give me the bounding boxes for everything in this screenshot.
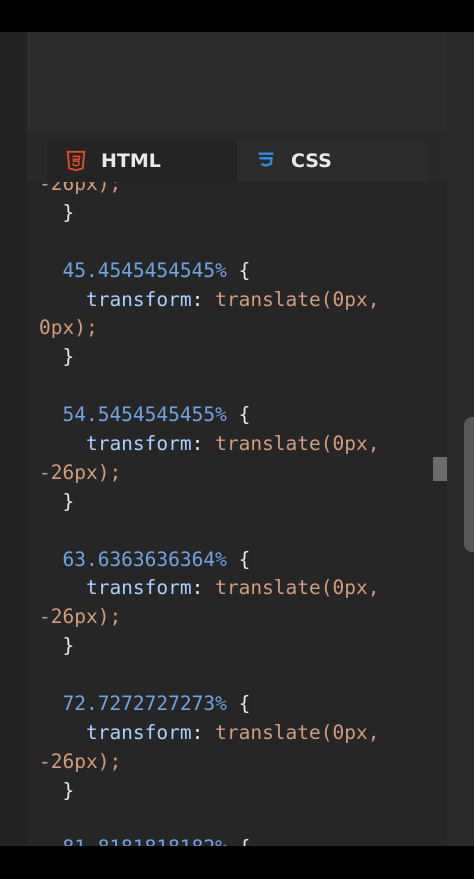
css3-icon <box>258 152 274 167</box>
code-token: transform <box>39 720 192 744</box>
code-line: } <box>39 632 439 661</box>
code-token: } <box>39 200 75 224</box>
code-line: transform: translate(0px, <box>39 286 439 315</box>
code-line: } <box>39 488 439 517</box>
code-token: translate(0px, <box>215 720 380 744</box>
code-line: } <box>39 343 439 372</box>
code-line: 45.4545454545% { <box>39 257 439 286</box>
code-token: translate(0px, <box>215 576 380 600</box>
code-line: -26px); <box>39 459 439 488</box>
code-token: -26px); <box>39 749 122 773</box>
code-token: 81.8181818182% <box>39 836 226 846</box>
code-token: 72.7272727273% <box>39 692 227 716</box>
system-nav-bar <box>0 846 474 879</box>
preview-area <box>27 32 447 132</box>
code-line: 72.7272727273% { <box>39 690 439 719</box>
code-token: -26px); <box>39 182 122 195</box>
code-line: 0px); <box>39 314 439 343</box>
code-content: -26px); } 45.4545454545% { transform: tr… <box>39 182 439 846</box>
tab-css-label: CSS <box>291 150 332 172</box>
code-token: translate(0px, <box>215 432 380 456</box>
code-line: } <box>39 199 439 228</box>
code-line: transform: translate(0px, <box>39 719 439 748</box>
code-token: -26px); <box>39 460 122 484</box>
code-token: : <box>191 287 216 311</box>
code-token: { <box>227 836 251 846</box>
css-code-editor[interactable]: -26px); } 45.4545454545% { transform: tr… <box>27 182 447 846</box>
html5-icon <box>66 150 86 172</box>
code-line: 63.6363636364% { <box>39 546 439 575</box>
code-token: { <box>226 547 251 571</box>
editor-tab-bar: HTML CSS <box>27 132 447 182</box>
code-token: } <box>39 778 75 802</box>
side-drawer-handle[interactable] <box>464 417 474 552</box>
code-token: } <box>39 345 75 369</box>
code-line: 54.5454545455% { <box>39 401 439 430</box>
tab-html-label: HTML <box>101 150 161 172</box>
code-token: transform <box>39 287 192 311</box>
code-token: { <box>226 258 251 282</box>
tab-css[interactable]: CSS <box>237 140 427 182</box>
code-token: 63.6363636364% <box>39 547 227 571</box>
left-panel <box>0 32 27 846</box>
code-token: translate(0px, <box>215 287 380 311</box>
code-token: } <box>39 489 75 513</box>
code-token: { <box>226 403 251 427</box>
code-line: -26px); <box>39 182 439 199</box>
code-token: : <box>191 720 216 744</box>
code-line: transform: translate(0px, <box>39 430 439 459</box>
code-token: : <box>191 576 216 600</box>
editor-scrollbar-thumb[interactable] <box>433 457 447 481</box>
code-token: } <box>39 634 75 658</box>
code-token: { <box>226 692 251 716</box>
code-token: transform <box>39 432 192 456</box>
code-line: } <box>39 777 439 806</box>
code-token: 0px); <box>39 316 98 340</box>
code-token: 45.4545454545% <box>39 258 227 282</box>
tab-html[interactable]: HTML <box>47 140 237 182</box>
app-screen: HTML CSS -26px); } 45.4545454545% { tran… <box>0 32 474 846</box>
code-token: -26px); <box>39 605 122 629</box>
code-token: : <box>191 432 216 456</box>
code-line: -26px); <box>39 748 439 777</box>
code-token: transform <box>39 576 192 600</box>
code-line: -26px); <box>39 603 439 632</box>
code-line: 81.8181818182% { <box>39 834 439 846</box>
code-line: transform: translate(0px, <box>39 574 439 603</box>
code-token: 54.5454545455% <box>39 403 227 427</box>
